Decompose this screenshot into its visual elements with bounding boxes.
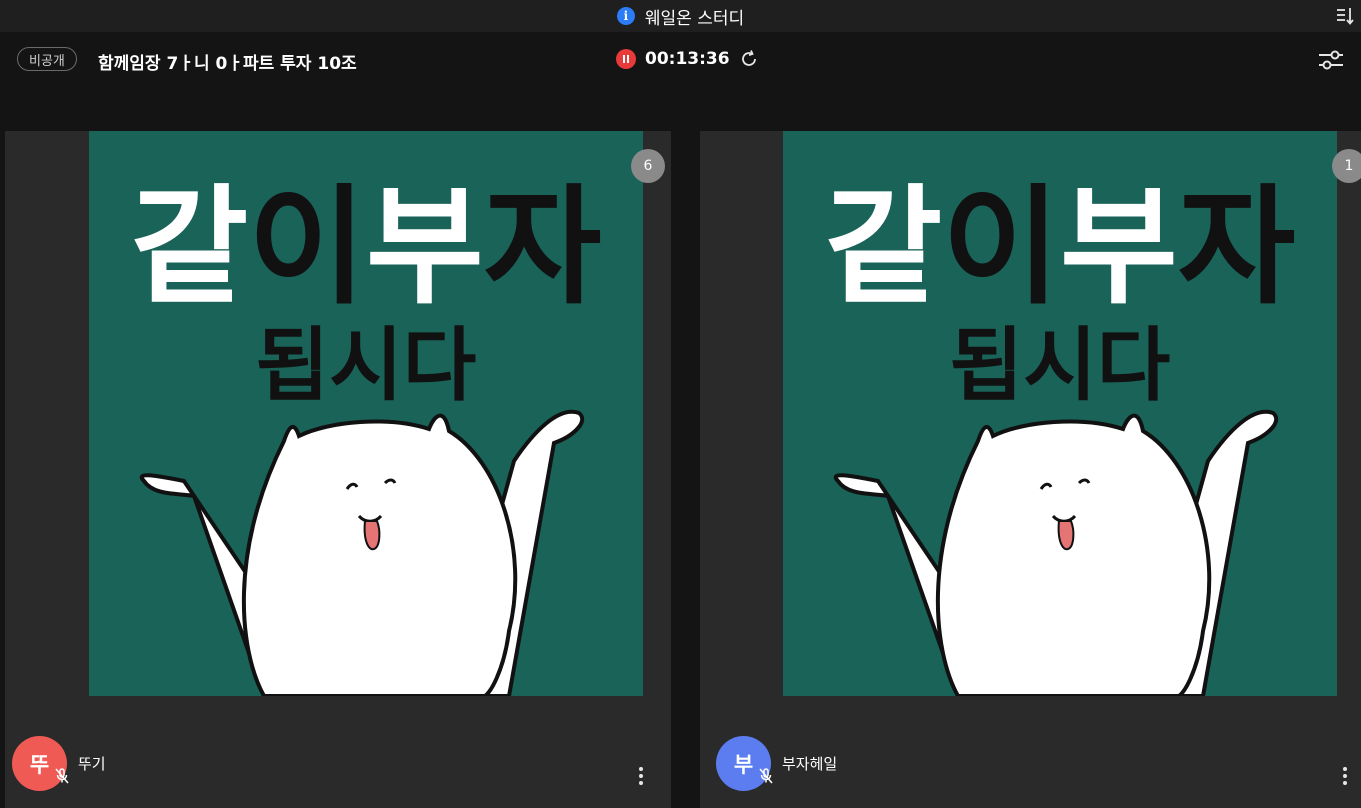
info-icon[interactable]: i [616,7,635,25]
poster-line2: 됩시다 [950,319,1171,412]
participant-tile[interactable]: 같이부자 됩시다 6 뚜 뚜기 [5,131,671,808]
room-header: 비공개 함께임장 7ㅏ니 0ㅏ파트 투자 10조 00:13:36 [0,32,1361,88]
sort-icon[interactable] [1335,6,1355,26]
participant-name: 부자헤일 [782,755,838,773]
window-title-bar: i 웨일온 스터디 [0,0,1361,32]
window-title: 웨일온 스터디 [644,8,745,29]
recording-status: 00:13:36 [616,49,759,69]
participant-video: 같이부자 됩시다 [89,131,643,696]
video-stage: 같이부자 됩시다 6 뚜 뚜기 같이부자 됩시다 1 부 부자헤일 [0,88,1361,808]
participant-count-badge: 6 [631,149,665,183]
refresh-icon[interactable] [739,49,759,69]
recording-timer: 00:13:36 [645,49,730,69]
mic-muted-icon [759,768,773,784]
visibility-badge: 비공개 [17,47,77,71]
more-options-icon[interactable] [1341,765,1349,787]
mic-muted-icon [55,768,69,784]
room-title: 함께임장 7ㅏ니 0ㅏ파트 투자 10조 [98,54,357,74]
settings-sliders-icon[interactable] [1317,47,1345,73]
participant-tile[interactable]: 같이부자 됩시다 1 부 부자헤일 [700,131,1361,808]
window-title-group: i 웨일온 스터디 [616,4,745,29]
poster-artwork: 같이부자 됩시다 [130,173,602,696]
cat-illustration [139,409,585,696]
poster-artwork: 같이부자 됩시다 [824,173,1296,696]
participant-video: 같이부자 됩시다 [783,131,1337,696]
more-options-icon[interactable] [637,765,645,787]
cat-illustration [833,409,1279,696]
poster-line1: 같이부자 [130,173,601,322]
pause-record-icon[interactable] [616,49,636,69]
participant-count-badge: 1 [1332,149,1361,183]
poster-line2: 됩시다 [256,319,477,412]
participant-name: 뚜기 [78,755,106,773]
poster-line1: 같이부자 [824,173,1295,322]
